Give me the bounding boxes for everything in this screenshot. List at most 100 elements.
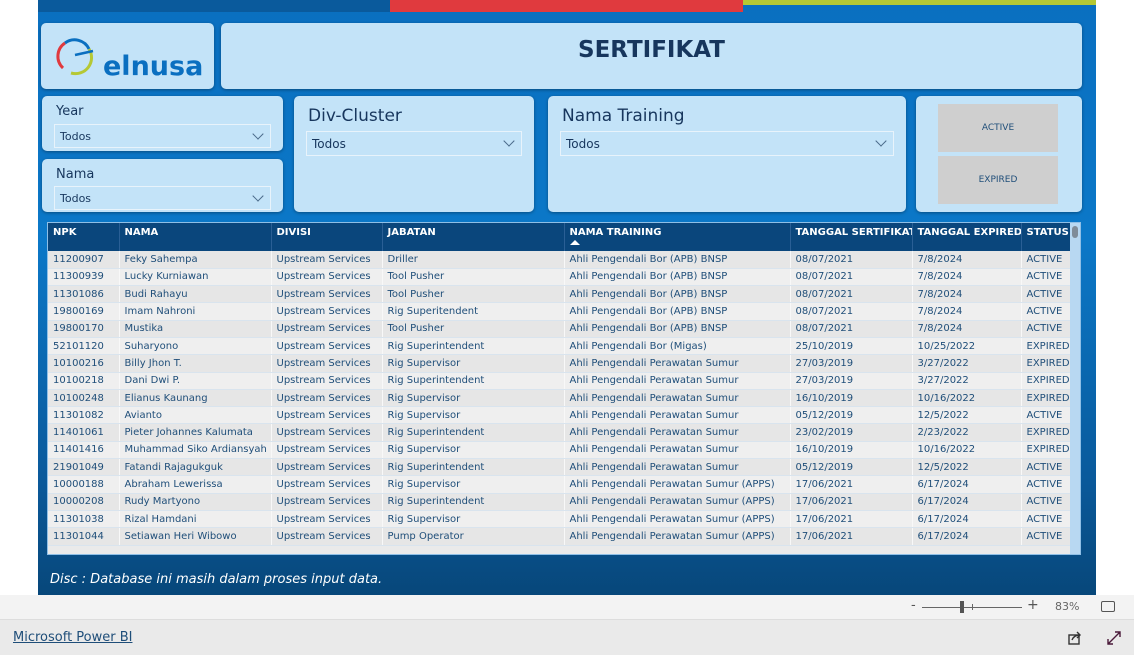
table-cell: EXPIRED	[1021, 354, 1072, 373]
table-row[interactable]: 10100248 Elianus Kaunang Upstream Services…	[48, 389, 1072, 408]
table-cell: 2/23/2022	[912, 423, 1022, 442]
column-header-tanggal-expired[interactable]: TANGGAL EXPIRED	[912, 223, 1022, 251]
table-row[interactable]: 21901049 Fatandi Rajagukguk Upstream Servi…	[48, 458, 1072, 477]
zoom-in-button[interactable]: +	[1027, 597, 1039, 613]
table-cell: 12/5/2022	[912, 458, 1022, 477]
table-cell: Rig Superintendent	[382, 423, 565, 442]
column-header-tanggal-sertifikat[interactable]: TANGGAL SERTIFIKAT	[790, 223, 913, 251]
table-cell: ACTIVE	[1021, 285, 1072, 304]
table-cell: 6/17/2024	[912, 475, 1022, 494]
table-cell: Rig Superintendent	[382, 372, 565, 390]
nama-value: Todos	[60, 192, 92, 205]
expired-button[interactable]: EXPIRED	[938, 156, 1058, 204]
logo-card: elnusa	[41, 23, 214, 89]
table-cell: Upstream Services	[271, 268, 383, 287]
table-cell: Rig Supervisor	[382, 441, 565, 460]
column-header-divisi[interactable]: DIVISI	[271, 223, 383, 251]
table-cell: Upstream Services	[271, 493, 383, 511]
table-cell: Ahli Pengendali Bor (APB) BNSP	[564, 320, 791, 338]
table-cell: Ahli Pengendali Perawatan Sumur	[564, 441, 791, 460]
table-cell: Rig Supervisor	[382, 406, 565, 425]
table-scrollbar[interactable]	[1070, 223, 1080, 554]
svg-text:elnusa: elnusa	[103, 51, 203, 82]
table-row[interactable]: 10100216 Billy Jhon T. Upstream Services Ri…	[48, 354, 1072, 373]
zoom-out-button[interactable]: -	[911, 598, 916, 613]
top-bar-green	[743, 0, 1096, 5]
table-cell: 08/07/2021	[790, 268, 913, 287]
table-row[interactable]: 11301044 Setiawan Heri Wibowo Upstream Ser…	[48, 527, 1072, 546]
table-cell: Pieter Johannes Kalumata	[119, 423, 272, 442]
table-cell: Upstream Services	[271, 337, 383, 356]
table-cell: Upstream Services	[271, 251, 383, 269]
table-cell: Elianus Kaunang	[119, 389, 272, 408]
column-header-label: TANGGAL SERTIFIKAT	[795, 227, 912, 238]
table-cell: 11301038	[48, 510, 120, 529]
table-cell: Rig Superintendent	[382, 337, 565, 356]
fullscreen-icon[interactable]	[1106, 630, 1122, 646]
column-header-label: NAMA	[124, 227, 159, 238]
table-row[interactable]: 11301082 Avianto Upstream Services Rig Supe…	[48, 406, 1072, 425]
table-cell: Rig Superintendent	[382, 458, 565, 477]
column-header-nama[interactable]: NAMA	[119, 223, 272, 251]
zoom-level: 83%	[1055, 600, 1080, 613]
table-cell: 6/17/2024	[912, 527, 1022, 546]
share-icon[interactable]	[1067, 630, 1083, 646]
report-canvas: elnusa SERTIFIKAT Year Todos Nama Todos …	[38, 0, 1096, 595]
table-cell: Ahli Pengendali Bor (APB) BNSP	[564, 268, 791, 287]
table-cell: Ahli Pengendali Perawatan Sumur	[564, 406, 791, 425]
fit-to-page-icon[interactable]	[1101, 601, 1115, 612]
table-cell: Upstream Services	[271, 458, 383, 477]
table-cell: 11300939	[48, 268, 120, 287]
top-bar-blue	[38, 0, 390, 12]
table-row[interactable]: 11300939 Lucky Kurniawan Upstream Services…	[48, 268, 1072, 287]
slicer-div-cluster-label: Div-Cluster	[308, 106, 402, 126]
column-header-jabatan[interactable]: JABATAN	[382, 223, 565, 251]
column-header-npk[interactable]: NPK	[48, 223, 120, 251]
table-row[interactable]: 11401061 Pieter Johannes Kalumata Upstream…	[48, 423, 1072, 442]
table-cell: Ahli Pengendali Perawatan Sumur (APPS)	[564, 510, 791, 529]
table-cell: ACTIVE	[1021, 320, 1072, 338]
table-cell: Ahli Pengendali Bor (APB) BNSP	[564, 302, 791, 321]
table-cell: 3/27/2022	[912, 372, 1022, 390]
zoom-bar: - + 83%	[0, 595, 1134, 620]
table-cell: ACTIVE	[1021, 268, 1072, 287]
table-cell: Rig Superintendent	[382, 493, 565, 511]
table-cell: Rig Supervisor	[382, 475, 565, 494]
table-row[interactable]: 19800170 Mustika Upstream Services Tool Pus…	[48, 320, 1072, 338]
table-row[interactable]: 11301086 Budi Rahayu Upstream Services Tool…	[48, 285, 1072, 304]
table-cell: Lucky Kurniawan	[119, 268, 272, 287]
nama-training-dropdown[interactable]: Todos	[560, 131, 894, 156]
power-bi-link[interactable]: Microsoft Power BI	[13, 630, 132, 645]
table-cell: Suharyono	[119, 337, 272, 356]
table-row[interactable]: 11301038 Rizal Hamdani Upstream Services Ri…	[48, 510, 1072, 529]
column-header-status[interactable]: STATUS	[1021, 223, 1072, 251]
scrollbar-thumb[interactable]	[1072, 226, 1078, 238]
table-cell: 05/12/2019	[790, 458, 913, 477]
table-cell: 27/03/2019	[790, 372, 913, 390]
table-cell: Ahli Pengendali Perawatan Sumur (APPS)	[564, 475, 791, 494]
table-row[interactable]: 19800169 Imam Nahroni Upstream Services Rig…	[48, 302, 1072, 321]
chevron-down-icon	[252, 128, 264, 140]
table-cell: Setiawan Heri Wibowo	[119, 527, 272, 546]
table-row[interactable]: 11200907 Feky Sahempa Upstream Services Dri…	[48, 251, 1072, 269]
table-row[interactable]: 10100218 Dani Dwi P. Upstream Services Rig …	[48, 372, 1072, 390]
table-row[interactable]: 11401416 Muhammad Siko Ardiansyah Upstream…	[48, 441, 1072, 460]
column-header-nama-training[interactable]: NAMA TRAINING	[564, 223, 791, 251]
active-button[interactable]: ACTIVE	[938, 104, 1058, 152]
year-dropdown[interactable]: Todos	[54, 124, 271, 148]
table-row[interactable]: 10000188 Abraham Lewerissa Upstream Servic…	[48, 475, 1072, 494]
table-row[interactable]: 10000208 Rudy Martyono Upstream Services Ri…	[48, 493, 1072, 511]
table-cell: Upstream Services	[271, 475, 383, 494]
table-cell: 16/10/2019	[790, 441, 913, 460]
chevron-down-icon	[503, 135, 515, 147]
elnusa-logo: elnusa	[56, 38, 203, 82]
table-cell: 08/07/2021	[790, 320, 913, 338]
table-cell: Abraham Lewerissa	[119, 475, 272, 494]
table-cell: 25/10/2019	[790, 337, 913, 356]
zoom-slider-thumb[interactable]	[960, 601, 964, 613]
table-row[interactable]: 52101120 Suharyono Upstream Services Rig Su…	[48, 337, 1072, 356]
table-cell: 21901049	[48, 458, 120, 477]
table-cell: Tool Pusher	[382, 285, 565, 304]
div-cluster-dropdown[interactable]: Todos	[306, 131, 522, 156]
nama-dropdown[interactable]: Todos	[54, 186, 271, 210]
